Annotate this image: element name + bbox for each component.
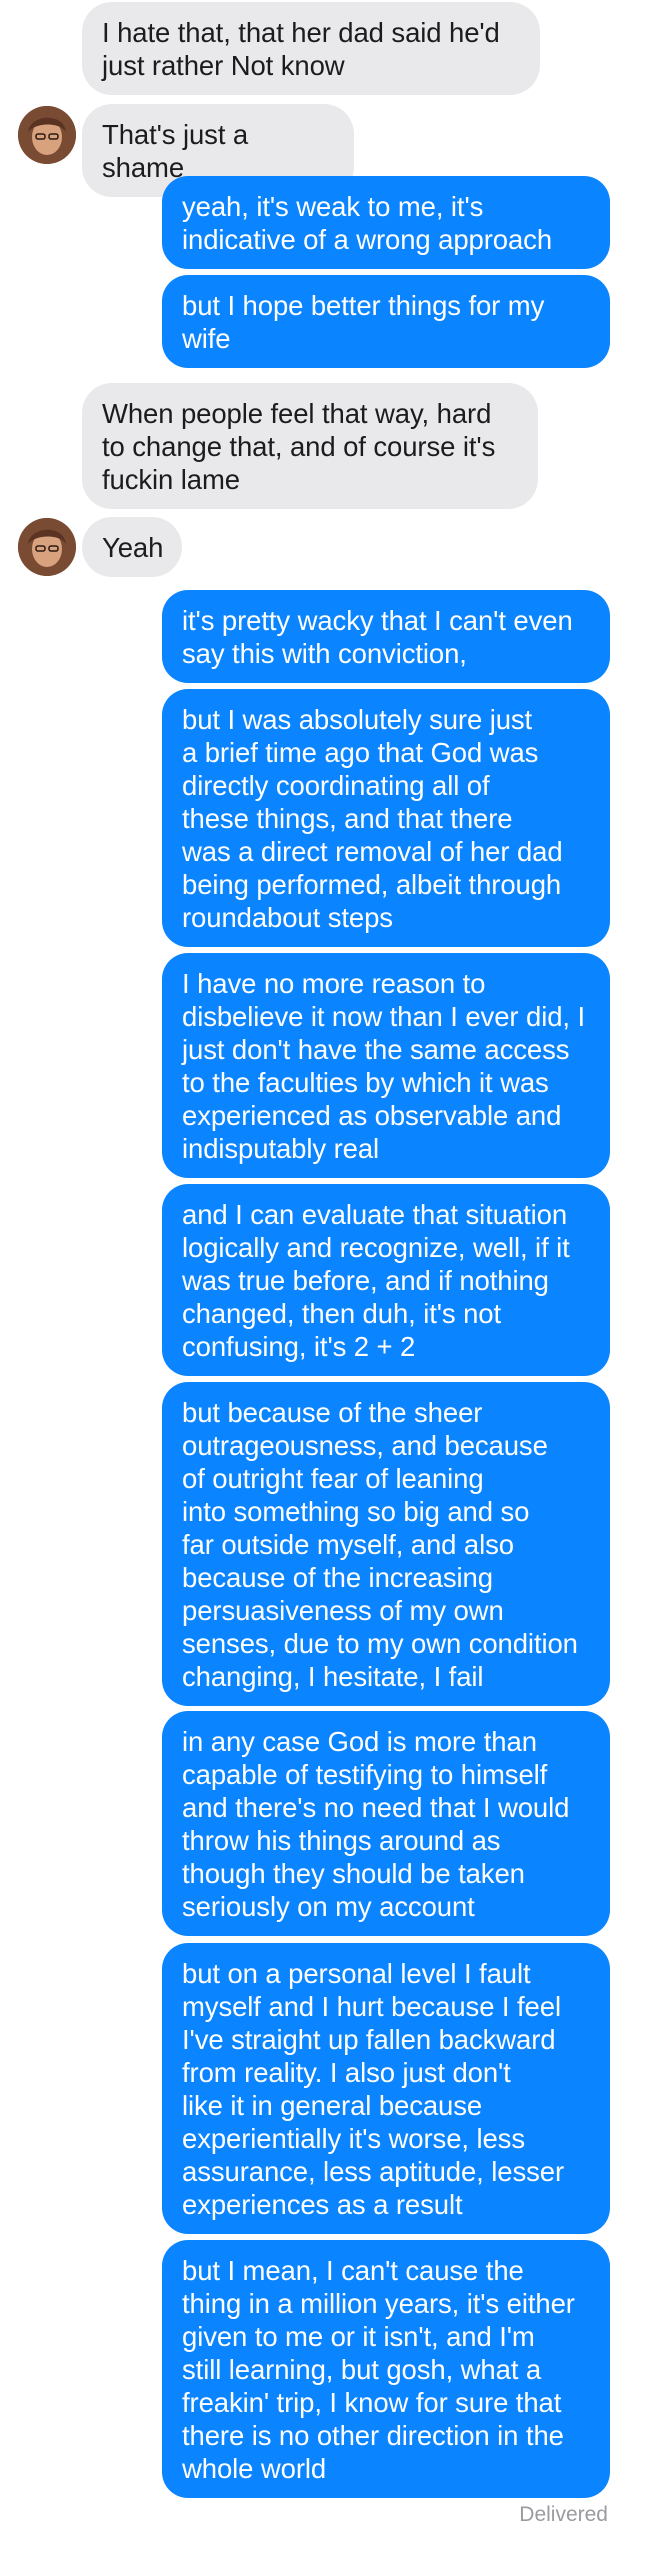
avatar-photo-icon: [18, 106, 76, 164]
outgoing-message[interactable]: in any case God is more than capable of …: [162, 1711, 610, 1936]
incoming-message[interactable]: When people feel that way, hard to chang…: [82, 383, 538, 509]
outgoing-message[interactable]: I have no more reason to disbelieve it n…: [162, 953, 610, 1178]
outgoing-message[interactable]: and I can evaluate that situation logica…: [162, 1184, 610, 1376]
contact-avatar[interactable]: [18, 518, 76, 576]
outgoing-message[interactable]: but I mean, I can't cause the thing in a…: [162, 2240, 610, 2498]
incoming-message[interactable]: Yeah: [82, 517, 182, 577]
outgoing-message[interactable]: yeah, it's weak to me, it's indicative o…: [162, 176, 610, 269]
incoming-message[interactable]: I hate that, that her dad said he'd just…: [82, 2, 540, 95]
delivery-status: Delivered: [519, 2503, 608, 2526]
outgoing-message[interactable]: but I was absolutely sure just a brief t…: [162, 689, 610, 947]
avatar-photo-icon: [18, 518, 76, 576]
outgoing-message[interactable]: it's pretty wacky that I can't even say …: [162, 590, 610, 683]
contact-avatar[interactable]: [18, 106, 76, 164]
outgoing-message[interactable]: but on a personal level I fault myself a…: [162, 1943, 610, 2234]
outgoing-message[interactable]: but because of the sheer outrageousness,…: [162, 1382, 610, 1706]
outgoing-message[interactable]: but I hope better things for my wife: [162, 275, 610, 368]
